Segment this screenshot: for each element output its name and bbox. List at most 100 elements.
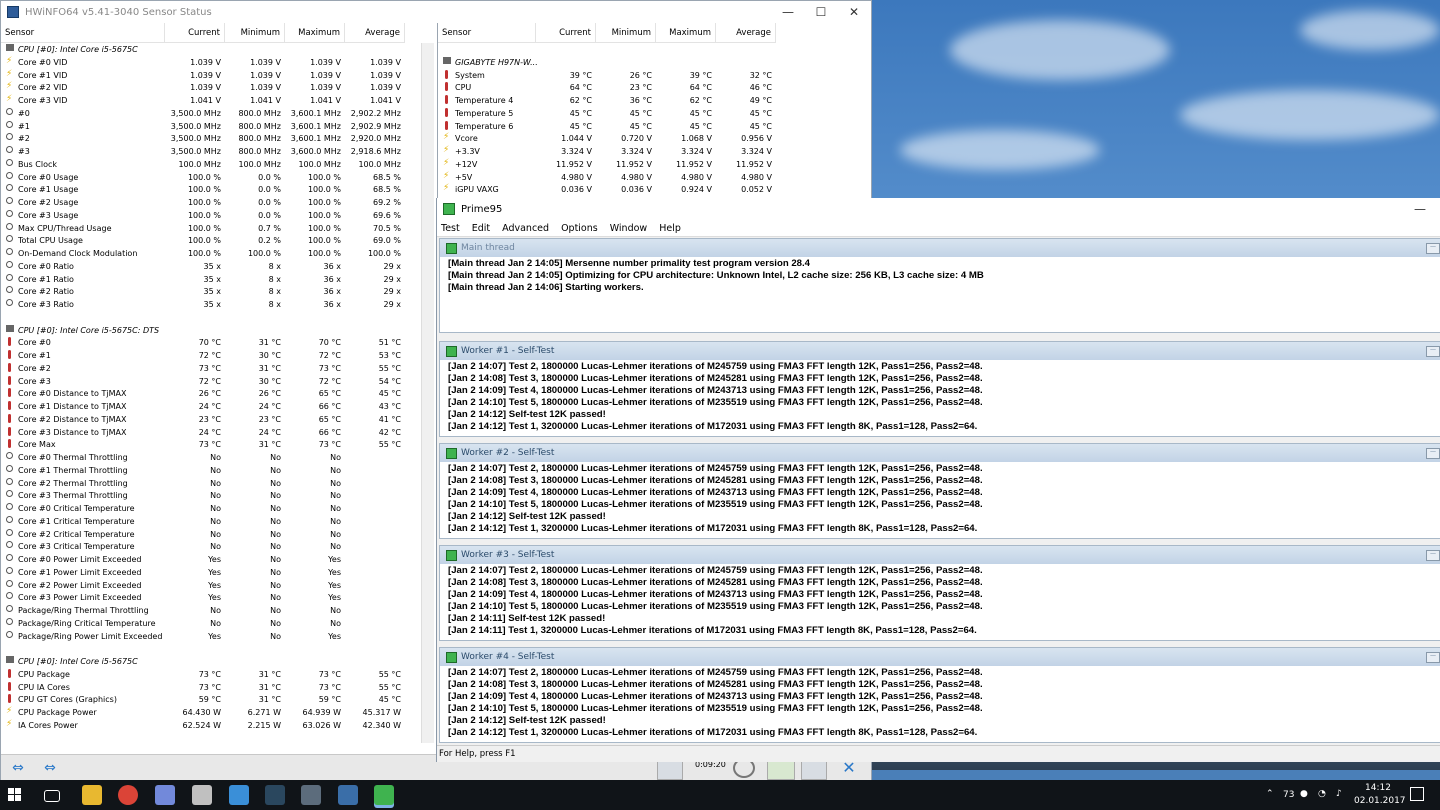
sensor-row[interactable]: Package/Ring Critical Temperature No No No	[1, 617, 405, 631]
sensor-row[interactable]: Core #2 Usage 100.0 % 0.0 % 100.0 % 69.2 %	[1, 197, 405, 210]
sensor-row[interactable]: Core #1 Critical Temperature No No No	[1, 515, 405, 529]
prime95-window[interactable]: Prime95 — Test Edit Advanced Options Window H…	[436, 198, 1440, 762]
notifications-icon[interactable]	[1410, 787, 1424, 801]
worker-4-pane[interactable]: Worker #4 - Self-Test — [Jan 2 14:07] Test…	[439, 647, 1440, 743]
sensor-row[interactable]: On-Demand Clock Modulation 100.0 % 100.0 %…	[1, 248, 405, 261]
task-view-icon[interactable]	[44, 790, 60, 802]
close-button[interactable]: ✕	[837, 1, 871, 23]
sensor-row[interactable]: CPU GT Cores (Graphics) 59 °C 31 °C 59 °C 45…	[1, 694, 405, 707]
sensor-row[interactable]: Core #3 Usage 100.0 % 0.0 % 100.0 % 69.6 %	[1, 209, 405, 223]
sensor-row[interactable]: Core #1 72 °C 30 °C 72 °C 53 °C	[1, 350, 405, 363]
sensor-row[interactable]: Core #3 72 °C 30 °C 72 °C 54 °C	[1, 375, 405, 389]
pane-minimize-button[interactable]: —	[1426, 346, 1440, 357]
sensor-row[interactable]: ⚡ CPU Package Power 64.430 W 6.271 W 64.939 …	[1, 707, 405, 720]
sensor-row[interactable]: Core #2 73 °C 31 °C 73 °C 55 °C	[1, 362, 405, 376]
steam-link-icon[interactable]	[192, 785, 212, 805]
sensor-row[interactable]: Bus Clock 100.0 MHz 100.0 MHz 100.0 MHz 100.…	[1, 158, 405, 172]
sensor-row[interactable]: ⚡ +3.3V 3.324 V 3.324 V 3.324 V 3.324 V	[438, 146, 776, 159]
column-header-maximum[interactable]: Maximum	[656, 23, 716, 43]
sensor-row[interactable]: Core #2 Thermal Throttling No No No	[1, 477, 405, 491]
column-header-current[interactable]: Current	[536, 23, 596, 43]
steam-icon[interactable]	[265, 785, 285, 805]
volume-icon[interactable]: ♪	[1336, 789, 1342, 799]
sensor-row[interactable]: Core #0 Distance to TjMAX 26 °C 26 °C 65 °C…	[1, 388, 405, 401]
sensor-row[interactable]: Core #1 Distance to TjMAX 24 °C 24 °C 66 °C…	[1, 401, 405, 414]
sensor-row[interactable]: CPU IA Cores 73 °C 31 °C 73 °C 55 °C	[1, 681, 405, 695]
start-icon[interactable]	[8, 788, 22, 802]
sensor-row[interactable]	[1, 312, 405, 325]
sensor-table-left[interactable]: Sensor Current Minimum Maximum Average CPU [#…	[1, 23, 421, 753]
sensor-row[interactable]: Package/Ring Power Limit Exceeded Yes No Ye…	[1, 630, 405, 644]
sensor-row[interactable]: Core #0 Ratio 35 x 8 x 36 x 29 x	[1, 260, 405, 274]
menu-window[interactable]: Window	[610, 223, 647, 234]
sensor-row[interactable]: ⚡ +5V 4.980 V 4.980 V 4.980 V 4.980 V	[438, 171, 776, 185]
wifi-icon[interactable]: ◔	[1318, 789, 1326, 799]
pane-minimize-button[interactable]: —	[1426, 243, 1440, 254]
menu-advanced[interactable]: Advanced	[502, 223, 549, 234]
sensor-row[interactable]: ⚡ +12V 11.952 V 11.952 V 11.952 V 11.952 V	[438, 158, 776, 172]
column-header-minimum[interactable]: Minimum	[596, 23, 656, 43]
sensor-row[interactable]: Core #0 Thermal Throttling No No No	[1, 452, 405, 465]
sensor-row[interactable]: ⚡ Core #1 VID 1.039 V 1.039 V 1.039 V 1.039 V	[1, 69, 405, 83]
sensor-row[interactable]: Core #0 Usage 100.0 % 0.0 % 100.0 % 68.5 %	[1, 171, 405, 185]
main-thread-pane[interactable]: Main thread — [Main thread Jan 2 14:05] Me…	[439, 238, 1440, 333]
sensor-group-header[interactable]: CPU [#0]: Intel Core i5-5675C	[1, 656, 405, 669]
nav-next-icon[interactable]: ⇔	[37, 759, 63, 777]
column-header-sensor[interactable]: Sensor	[438, 23, 536, 43]
sensor-row[interactable]: Core #1 Ratio 35 x 8 x 36 x 29 x	[1, 273, 405, 287]
prime95-minimize-button[interactable]: —	[1403, 198, 1437, 220]
clock-time[interactable]: 14:12	[1360, 783, 1396, 793]
sensor-row[interactable]: Total CPU Usage 100.0 % 0.2 % 100.0 % 69.0 %	[1, 235, 405, 248]
sensor-row[interactable]: ⚡ Core #2 VID 1.039 V 1.039 V 1.039 V 1.039 V	[1, 82, 405, 95]
sensor-row[interactable]: Core #0 70 °C 31 °C 70 °C 51 °C	[1, 337, 405, 350]
sensor-row[interactable]: ⚡ Core #0 VID 1.039 V 1.039 V 1.039 V 1.039 V	[1, 56, 405, 70]
menu-help[interactable]: Help	[659, 223, 681, 234]
sensor-row[interactable]: #0 3,500.0 MHz 800.0 MHz 3,600.1 MHz 2,902.2…	[1, 107, 405, 121]
pane-minimize-button[interactable]: —	[1426, 448, 1440, 459]
chrome-icon[interactable]	[118, 785, 138, 805]
tray-temperature[interactable]: 73	[1283, 790, 1294, 800]
sensor-row[interactable]: ⚡ Vcore 1.044 V 0.720 V 1.068 V 0.956 V	[438, 133, 776, 146]
pane-titlebar[interactable]: Main thread —	[440, 239, 1440, 257]
clock-date[interactable]: 02.01.2017	[1354, 796, 1406, 806]
sensor-group-header[interactable]: CPU [#0]: Intel Core i5-5675C: DTS	[1, 324, 405, 338]
pane-titlebar[interactable]: Worker #4 - Self-Test —	[440, 648, 1440, 666]
sensor-table-right[interactable]: Sensor Current Minimum Maximum Average GIGABY…	[437, 23, 872, 199]
sensor-row[interactable]: System 39 °C 26 °C 39 °C 32 °C	[438, 69, 776, 83]
sensor-row[interactable]: Core #0 Power Limit Exceeded Yes No Yes	[1, 554, 405, 567]
sensor-row[interactable]: Core #2 Power Limit Exceeded Yes No Yes	[1, 579, 405, 593]
prime95-titlebar[interactable]: Prime95 —	[437, 198, 1440, 220]
sensor-row[interactable]: ⚡ Core #3 VID 1.041 V 1.041 V 1.041 V 1.041 V	[1, 95, 405, 108]
sensor-row[interactable]: Core #3 Thermal Throttling No No No	[1, 490, 405, 503]
column-header-sensor[interactable]: Sensor	[1, 23, 165, 43]
sensor-row[interactable]: CPU Package 73 °C 31 °C 73 °C 55 °C	[1, 668, 405, 682]
nav-prev-icon[interactable]: ⇔	[5, 759, 31, 777]
sensor-group-header[interactable]: GIGABYTE H97N-W...	[438, 56, 776, 70]
sensor-row[interactable]: Core #1 Thermal Throttling No No No	[1, 464, 405, 478]
steam-tray-icon[interactable]: ●	[1300, 789, 1308, 799]
sensor-row[interactable]: Temperature 4 62 °C 36 °C 62 °C 49 °C	[438, 95, 776, 108]
hwinfo-icon[interactable]	[338, 785, 358, 805]
sensor-row[interactable]: Core #2 Ratio 35 x 8 x 36 x 29 x	[1, 286, 405, 299]
menu-test[interactable]: Test	[441, 223, 460, 234]
menu-options[interactable]: Options	[561, 223, 598, 234]
worker-1-pane[interactable]: Worker #1 - Self-Test — [Jan 2 14:07] Test…	[439, 341, 1440, 437]
sensor-row[interactable]: Max CPU/Thread Usage 100.0 % 0.7 % 100.0 % 7…	[1, 222, 405, 236]
sensor-row[interactable]: ⚡ IA Cores Power 62.524 W 2.215 W 63.026 W 42…	[1, 719, 405, 733]
menu-edit[interactable]: Edit	[472, 223, 490, 234]
sensor-row[interactable]	[438, 44, 776, 57]
sensor-row[interactable]: Core #3 Critical Temperature No No No	[1, 541, 405, 554]
sensor-row[interactable]: Temperature 6 45 °C 45 °C 45 °C 45 °C	[438, 120, 776, 134]
worker-2-pane[interactable]: Worker #2 - Self-Test — [Jan 2 14:07] Test…	[439, 443, 1440, 539]
sensor-row[interactable]: Core #2 Distance to TjMAX 23 °C 23 °C 65 °C…	[1, 413, 405, 427]
pane-titlebar[interactable]: Worker #3 - Self-Test —	[440, 546, 1440, 564]
sensor-row[interactable]: #1 3,500.0 MHz 800.0 MHz 3,600.1 MHz 2,902.9…	[1, 120, 405, 134]
column-header-minimum[interactable]: Minimum	[225, 23, 285, 43]
sensor-row[interactable]: Temperature 5 45 °C 45 °C 45 °C 45 °C	[438, 107, 776, 121]
column-header-average[interactable]: Average	[345, 23, 405, 43]
sensor-row[interactable]: Core Max 73 °C 31 °C 73 °C 55 °C	[1, 439, 405, 452]
sensor-row[interactable]: Core #2 Critical Temperature No No No	[1, 528, 405, 542]
prime95-icon[interactable]	[374, 785, 394, 805]
sensor-row[interactable]: Core #3 Distance to TjMAX 24 °C 24 °C 66 °C…	[1, 426, 405, 440]
sensor-row[interactable]: ⚡ iGPU VAXG 0.036 V 0.036 V 0.924 V 0.052 V	[438, 184, 776, 197]
